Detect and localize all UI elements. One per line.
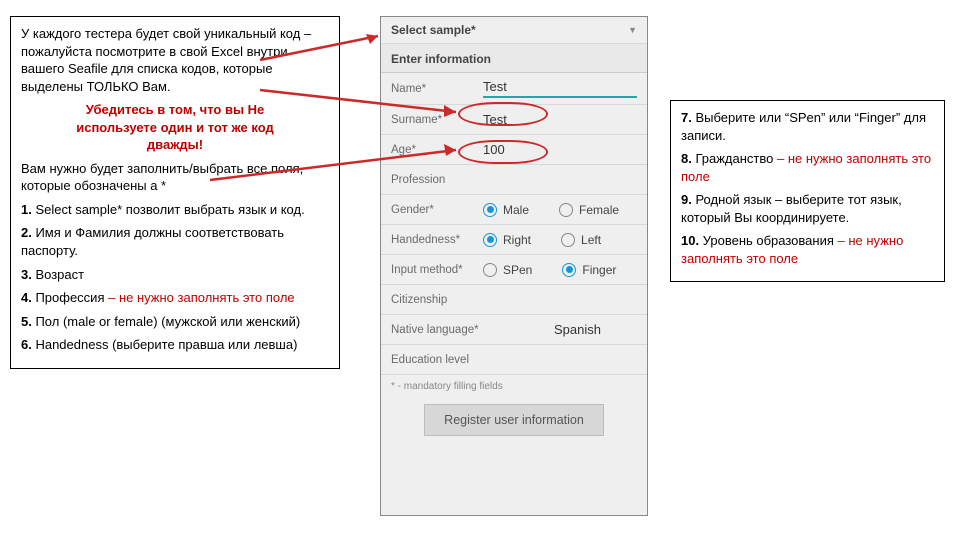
annotation-arrows	[0, 0, 960, 540]
arrow-to-surname	[210, 144, 456, 180]
arrow-to-name	[260, 90, 456, 117]
arrow-to-select-sample	[260, 34, 378, 60]
